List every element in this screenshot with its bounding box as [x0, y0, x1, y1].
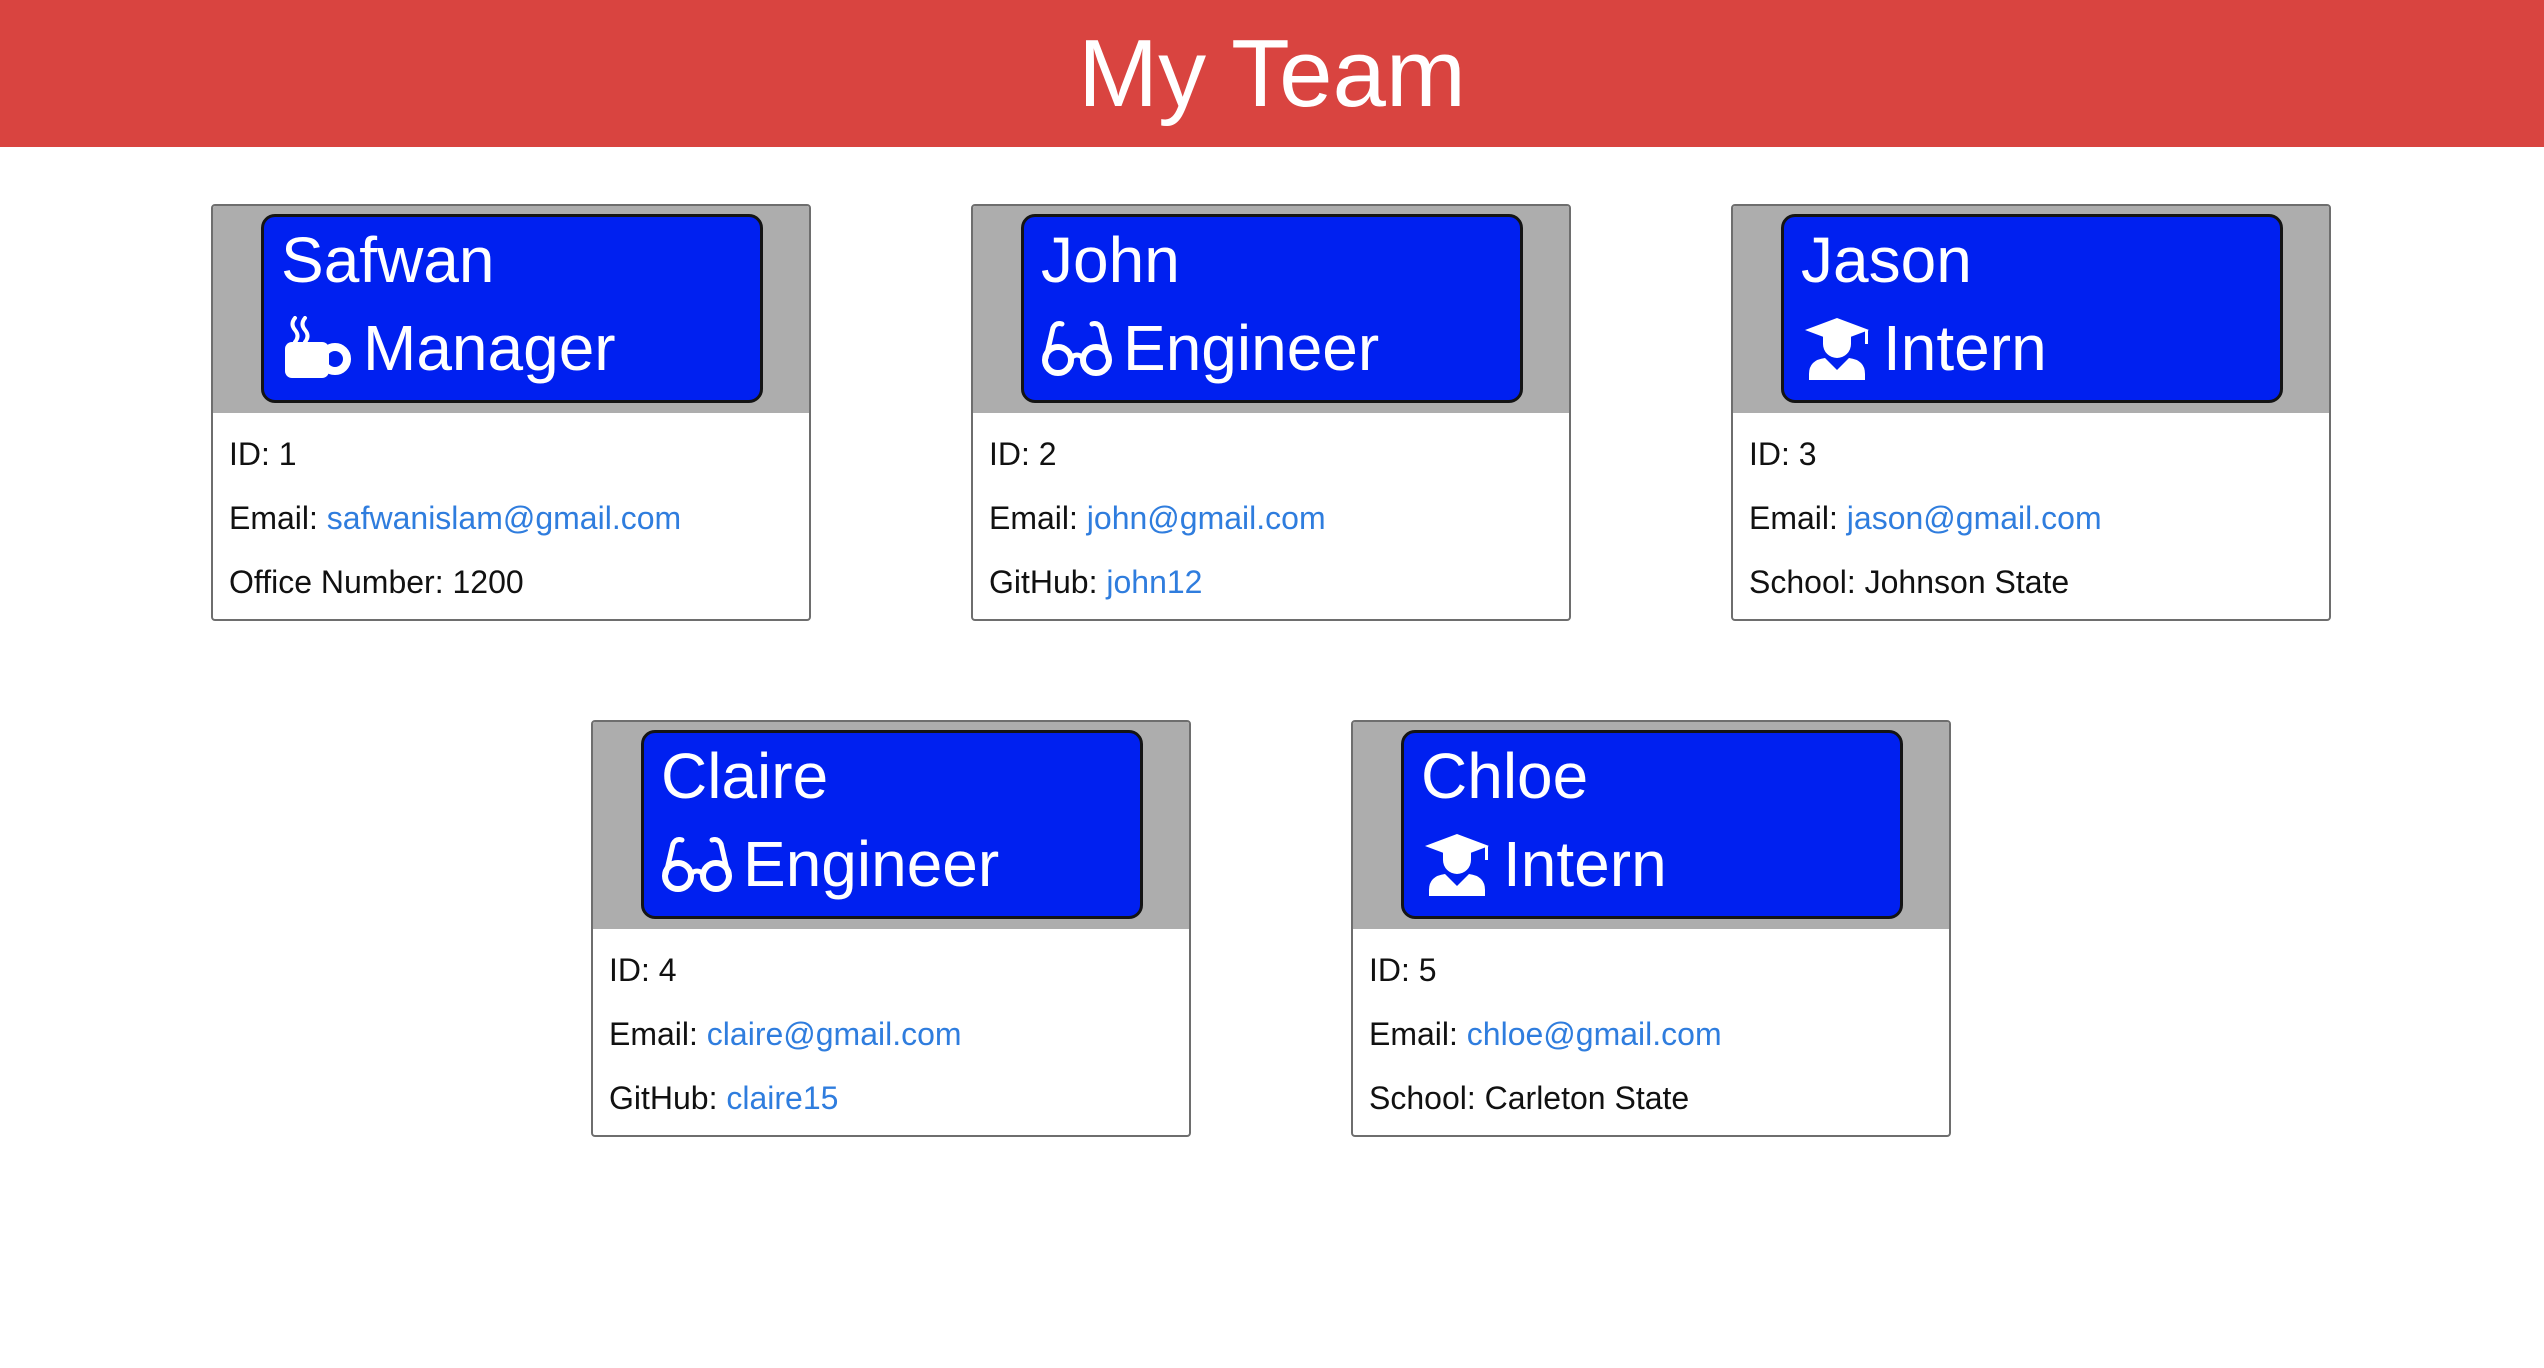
school-row: School: Carleton State — [1369, 1073, 1689, 1123]
email-row: Email: safwanislam@gmail.com — [229, 493, 681, 543]
email-link[interactable]: chloe@gmail.com — [1467, 1016, 1722, 1052]
title-box: Jason Intern — [1781, 214, 2283, 403]
email-label: Email: — [989, 500, 1078, 536]
id-label: ID: — [1369, 952, 1410, 988]
email-row: Email: john@gmail.com — [989, 493, 1326, 543]
card-header: Jason Intern — [1733, 206, 2329, 413]
employee-name: Claire — [661, 740, 829, 812]
employee-name: Chloe — [1421, 740, 1589, 812]
email-row: Email: chloe@gmail.com — [1369, 1009, 1722, 1059]
id-row: ID: 3 — [1749, 429, 1817, 479]
email-link[interactable]: safwanislam@gmail.com — [327, 500, 681, 536]
id-row: ID: 5 — [1369, 945, 1437, 995]
id-value: 4 — [658, 952, 677, 988]
email-link[interactable]: jason@gmail.com — [1847, 500, 2102, 536]
id-row: ID: 4 — [609, 945, 677, 995]
card-header: Safwan Manager — [213, 206, 809, 413]
graduate-icon — [1421, 832, 1493, 897]
card-header: John Engineer — [973, 206, 1569, 413]
office-number-label: Office Number: — [229, 564, 444, 600]
employee-name: Safwan — [281, 224, 495, 296]
id-label: ID: — [989, 436, 1030, 472]
employee-role-label: Engineer — [1123, 312, 1380, 384]
glasses-icon — [1041, 316, 1113, 380]
email-label: Email: — [609, 1016, 698, 1052]
title-box: Safwan Manager — [261, 214, 763, 403]
office-number-value: 1200 — [452, 564, 524, 600]
id-label: ID: — [229, 436, 270, 472]
github-label: GitHub: — [989, 564, 1098, 600]
id-row: ID: 2 — [989, 429, 1057, 479]
employee-role: Intern — [1801, 313, 2047, 383]
employee-card-engineer: Claire Engineer ID: 4 Email: claire@gmai… — [591, 720, 1191, 1137]
title-box: Claire Engineer — [641, 730, 1143, 919]
id-value: 5 — [1418, 952, 1437, 988]
github-link[interactable]: john12 — [1106, 564, 1202, 600]
school-value: Carleton State — [1484, 1080, 1690, 1116]
office-number-row: Office Number: 1200 — [229, 557, 524, 607]
email-row: Email: claire@gmail.com — [609, 1009, 962, 1059]
school-label: School: — [1749, 564, 1856, 600]
graduate-icon — [1801, 316, 1873, 381]
email-label: Email: — [229, 500, 318, 536]
id-row: ID: 1 — [229, 429, 297, 479]
employee-role: Intern — [1421, 829, 1667, 899]
employee-role: Engineer — [1041, 313, 1379, 383]
employee-name: John — [1041, 224, 1180, 296]
github-label: GitHub: — [609, 1080, 718, 1116]
card-header: Chloe Intern — [1353, 722, 1949, 929]
email-row: Email: jason@gmail.com — [1749, 493, 2102, 543]
email-label: Email: — [1749, 500, 1838, 536]
title-box: John Engineer — [1021, 214, 1523, 403]
glasses-icon — [661, 832, 733, 896]
employee-card-engineer: John Engineer ID: 2 Email: john@gmail.co… — [971, 204, 1571, 621]
employee-name: Jason — [1801, 224, 1972, 296]
id-label: ID: — [609, 952, 650, 988]
title-box: Chloe Intern — [1401, 730, 1903, 919]
github-row: GitHub: john12 — [989, 557, 1202, 607]
employee-role-label: Intern — [1883, 312, 2047, 384]
id-value: 2 — [1038, 436, 1057, 472]
school-row: School: Johnson State — [1749, 557, 2069, 607]
email-link[interactable]: claire@gmail.com — [707, 1016, 962, 1052]
email-link[interactable]: john@gmail.com — [1087, 500, 1326, 536]
school-value: Johnson State — [1864, 564, 2070, 600]
employee-role-label: Intern — [1503, 828, 1667, 900]
employee-role: Manager — [281, 313, 616, 383]
id-value: 1 — [278, 436, 297, 472]
employee-card-intern: Jason Intern ID: 3 Email: jason@gmail.co… — [1731, 204, 2331, 621]
employee-role: Engineer — [661, 829, 999, 899]
github-row: GitHub: claire15 — [609, 1073, 838, 1123]
email-label: Email: — [1369, 1016, 1458, 1052]
page-title: My Team — [1078, 19, 1466, 127]
employee-card-manager: Safwan Manager ID: 1 Email: safwanislam@… — [211, 204, 811, 621]
employee-role-label: Manager — [363, 312, 616, 384]
page-header: My Team — [0, 0, 2544, 147]
id-value: 3 — [1798, 436, 1817, 472]
card-header: Claire Engineer — [593, 722, 1189, 929]
employee-card-intern: Chloe Intern ID: 5 Email: chloe@gmail.co… — [1351, 720, 1951, 1137]
github-link[interactable]: claire15 — [726, 1080, 838, 1116]
id-label: ID: — [1749, 436, 1790, 472]
employee-role-label: Engineer — [743, 828, 1000, 900]
coffee-icon — [281, 316, 353, 380]
school-label: School: — [1369, 1080, 1476, 1116]
